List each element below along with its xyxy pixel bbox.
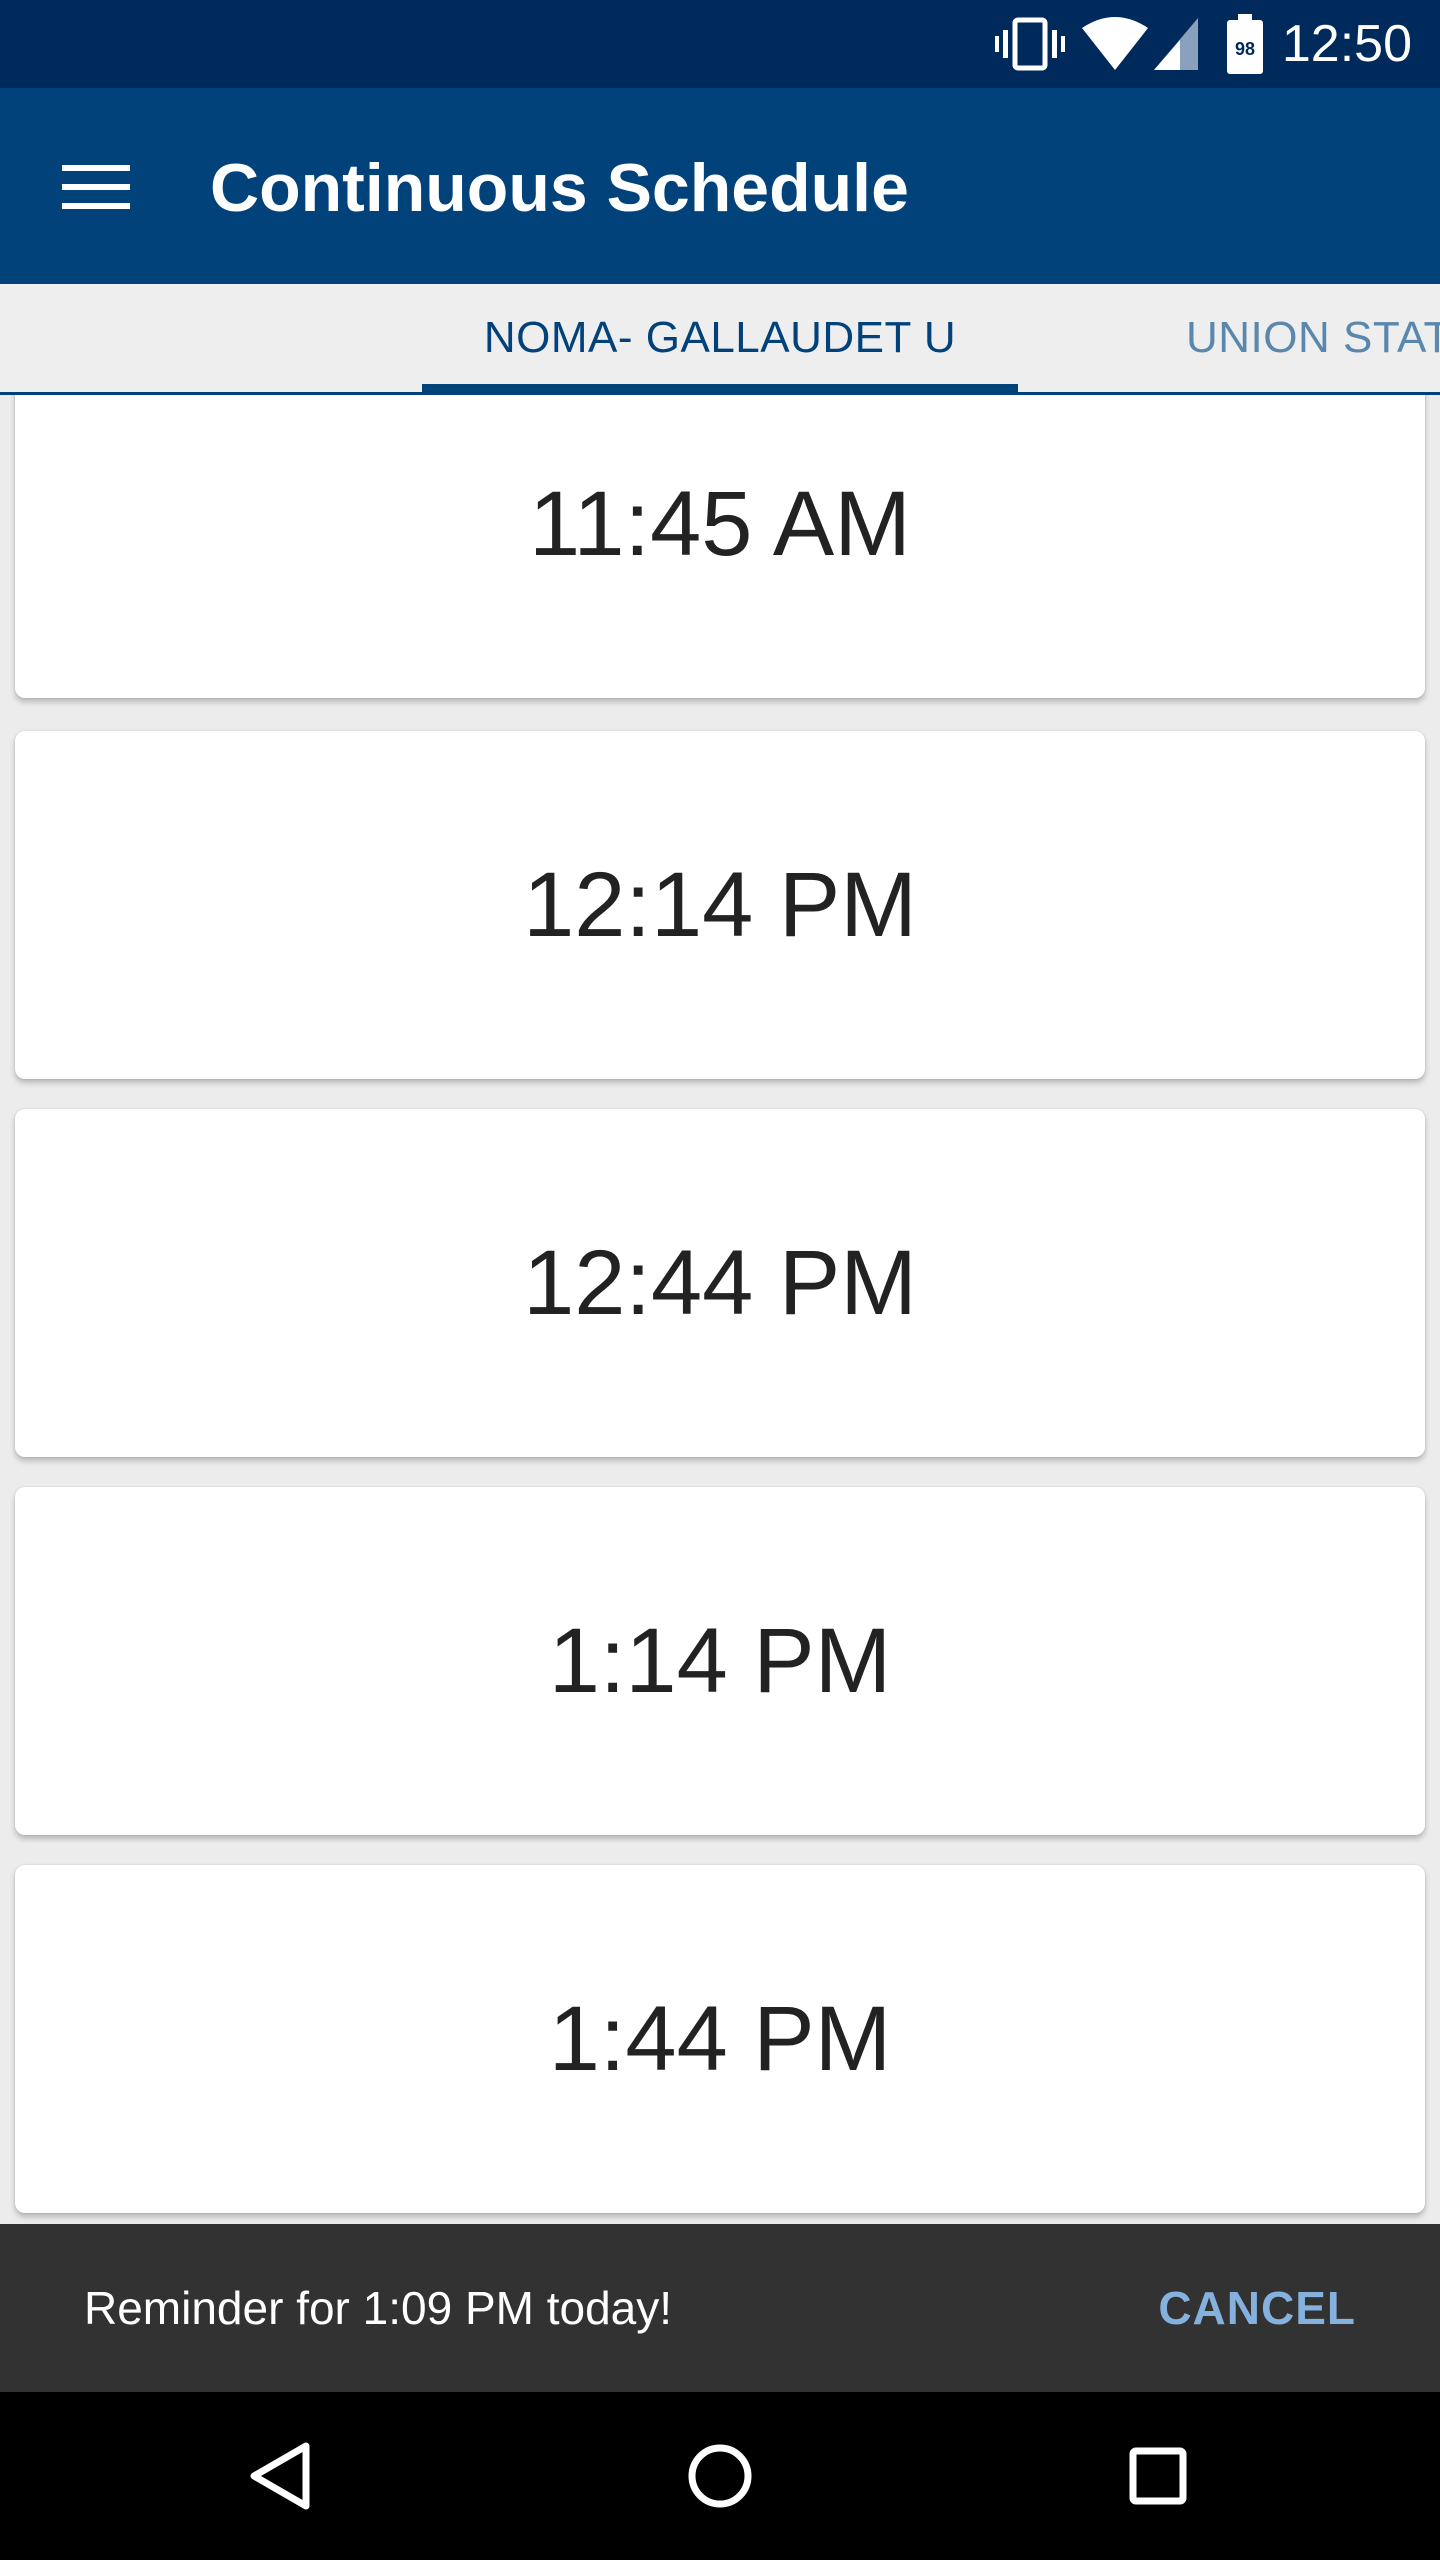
app-title: Continuous Schedule (210, 150, 909, 226)
tab-noma-gallaudet[interactable]: NOMA- GALLAUDET U (422, 284, 1018, 392)
snackbar: Reminder for 1:09 PM today! CANCEL (0, 2224, 1440, 2392)
tab-indicator (422, 384, 1018, 392)
recents-icon[interactable] (1108, 2426, 1208, 2526)
snackbar-message: Reminder for 1:09 PM today! (84, 2282, 673, 2334)
battery-level: 98 (1235, 39, 1255, 59)
schedule-card[interactable]: 11:45 AM (15, 395, 1425, 698)
vibrate-icon (995, 17, 1065, 71)
hamburger-menu-icon[interactable] (40, 132, 150, 242)
schedule-card[interactable]: 12:44 PM (15, 1109, 1425, 1457)
signal-icon (1154, 18, 1198, 70)
home-icon[interactable] (670, 2426, 770, 2526)
schedule-card[interactable]: 1:14 PM (15, 1487, 1425, 1835)
schedule-time: 1:44 PM (548, 1987, 892, 2090)
tab-bar: NOMA- GALLAUDET U UNION STAT (0, 284, 1440, 395)
schedule-card[interactable]: 1:44 PM (15, 1865, 1425, 2213)
status-time: 12:50 (1281, 15, 1412, 73)
navigation-bar (0, 2392, 1440, 2560)
schedule-time: 12:14 PM (523, 853, 917, 956)
wifi-icon (1082, 17, 1148, 70)
schedule-list[interactable]: 11:45 AM 12:14 PM 12:44 PM 1:14 PM 1:44 … (0, 395, 1440, 2224)
app-bar: Continuous Schedule (0, 88, 1440, 284)
back-icon[interactable] (232, 2426, 332, 2526)
schedule-card[interactable]: 12:14 PM (15, 731, 1425, 1079)
battery-icon: 98 (1227, 14, 1263, 74)
cancel-button[interactable]: CANCEL (1158, 2224, 1356, 2392)
schedule-time: 12:44 PM (523, 1231, 917, 1334)
status-bar: 98 12:50 (0, 0, 1440, 88)
schedule-time: 1:14 PM (548, 1609, 892, 1712)
tab-union-station[interactable]: UNION STAT (1186, 284, 1440, 392)
schedule-time: 11:45 AM (529, 472, 911, 575)
